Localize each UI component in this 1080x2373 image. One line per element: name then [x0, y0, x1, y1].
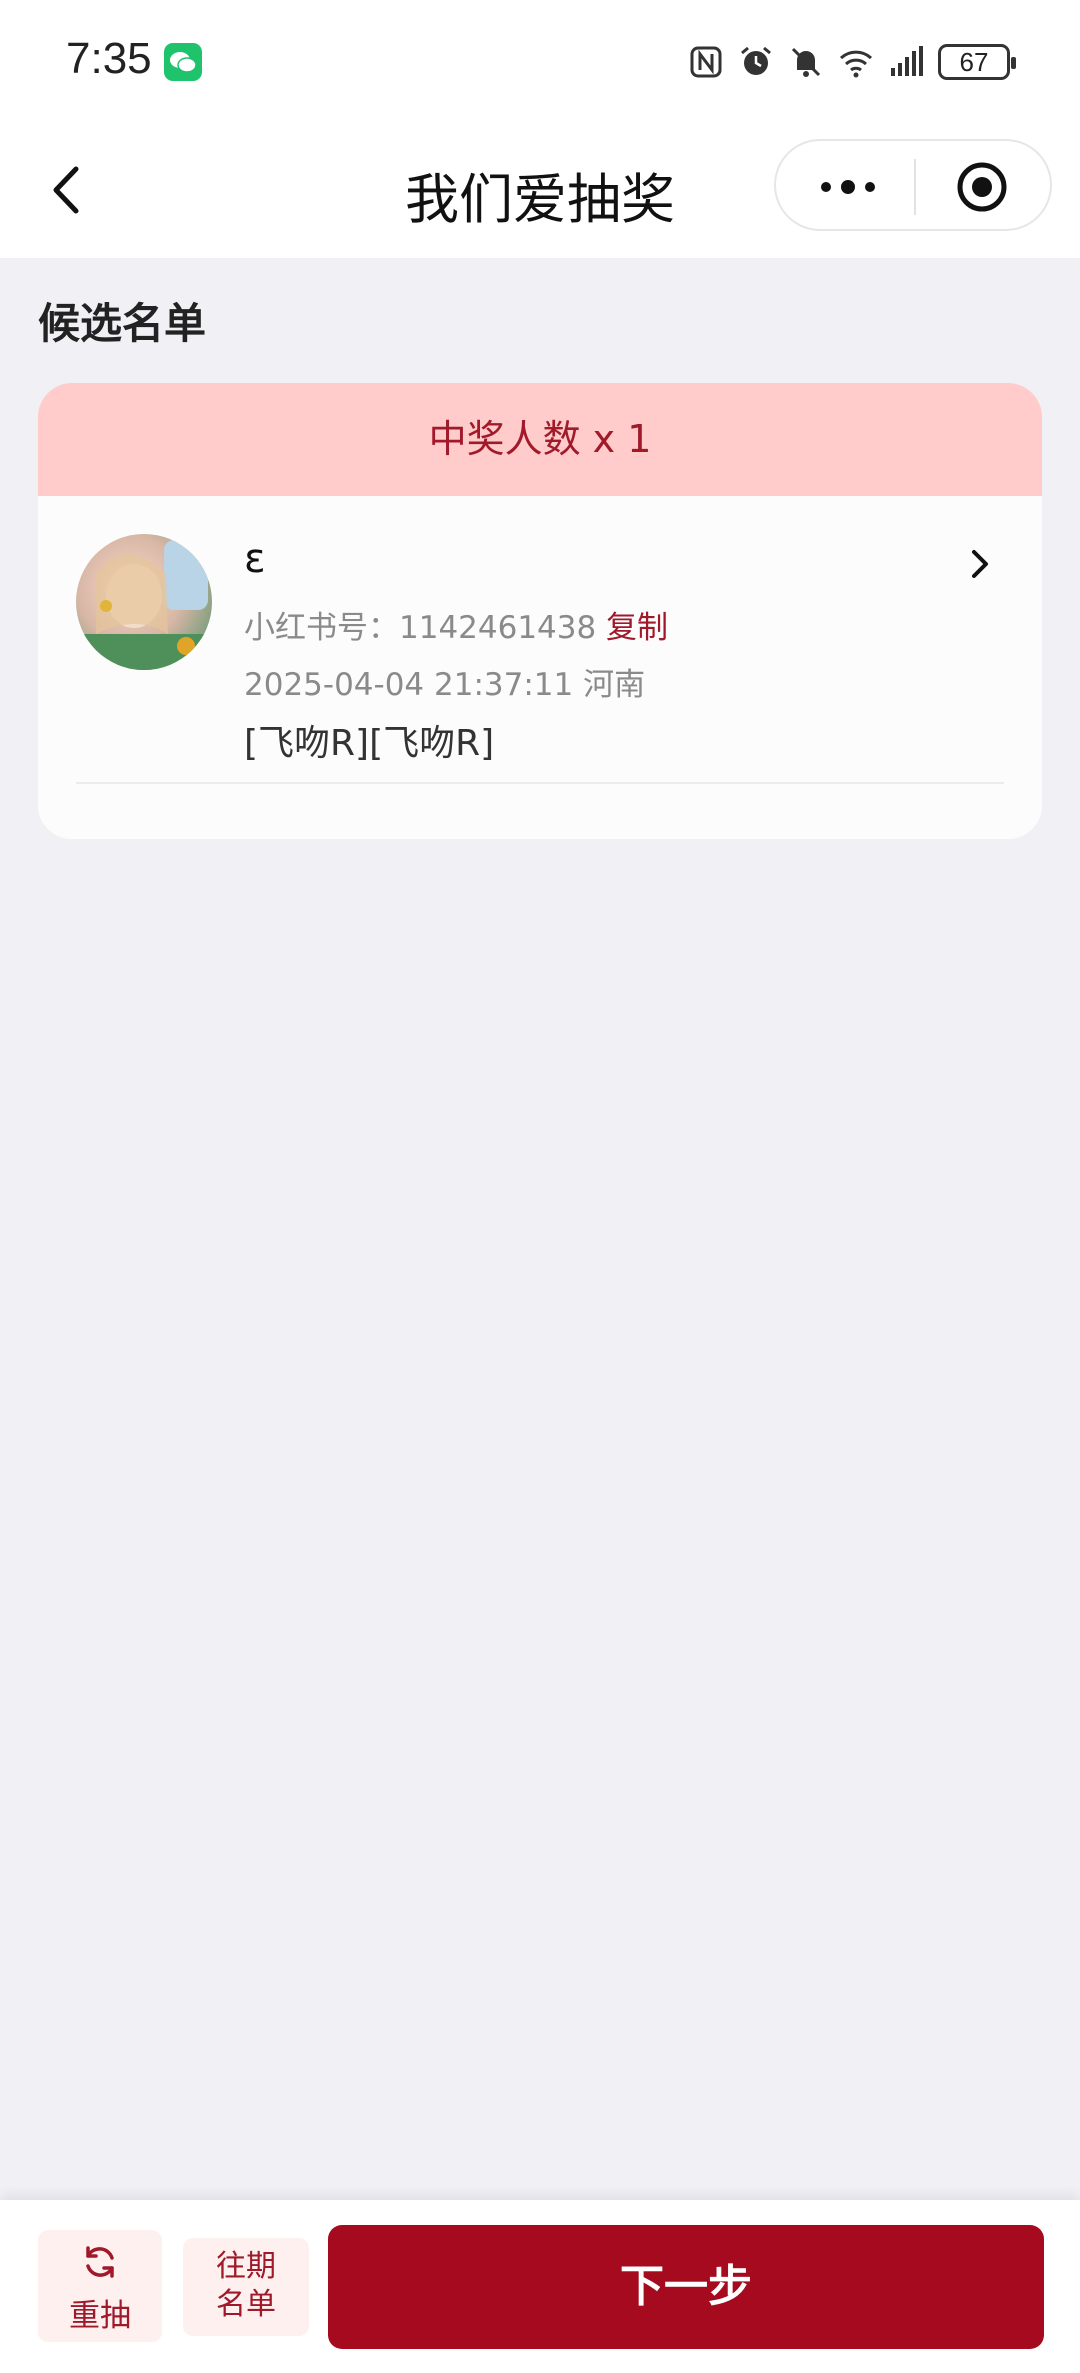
entry-name: ε	[244, 536, 266, 582]
nav-bar: 我们爱抽奖	[0, 125, 1080, 258]
nfc-icon	[690, 46, 722, 78]
candidate-card: 中奖人数 x 1 ε 小红书号：1142461438 复制 2025-04-04…	[38, 383, 1042, 839]
capsule-divider	[914, 159, 916, 215]
entry-comment: [飞吻R][飞吻R]	[244, 723, 495, 764]
entry-time-location: 2025-04-04 21:37:11 河南	[244, 667, 646, 703]
winner-count-header: 中奖人数 x 1	[38, 383, 1042, 496]
wifi-icon	[839, 50, 873, 78]
wechat-icon	[164, 43, 202, 81]
status-time: 7:35	[66, 34, 152, 83]
refresh-icon	[86, 2246, 114, 2278]
bottom-action-bar: 重抽 往期 名单 下一步	[0, 2200, 1080, 2373]
redraw-label: 重抽	[69, 2298, 131, 2334]
history-label-line1: 往期	[216, 2249, 276, 2284]
chevron-right-icon[interactable]	[964, 544, 994, 584]
copy-button[interactable]: 复制	[606, 602, 668, 647]
redraw-button[interactable]: 重抽	[38, 2230, 162, 2342]
mute-icon	[791, 47, 821, 77]
alarm-icon	[741, 46, 771, 75]
section-title: 候选名单	[38, 299, 207, 348]
mini-program-capsule	[774, 139, 1052, 231]
divider	[76, 782, 1004, 784]
target-icon[interactable]	[956, 161, 1008, 213]
more-dots-icon[interactable]	[816, 167, 880, 207]
status-bar: 7:35 67	[0, 0, 1080, 125]
signal-icon	[891, 46, 923, 76]
avatar	[76, 534, 212, 670]
status-icons: 67	[688, 40, 1016, 84]
next-step-button[interactable]: 下一步	[328, 2225, 1044, 2349]
history-list-button[interactable]: 往期 名单	[183, 2238, 309, 2336]
list-item[interactable]: ε 小红书号：1142461438 复制 2025-04-04 21:37:11…	[38, 496, 1042, 839]
history-label-line2: 名单	[216, 2287, 276, 2322]
battery-icon: 67	[938, 44, 1016, 80]
chevron-left-icon[interactable]	[42, 155, 92, 225]
entry-id: 小红书号：1142461438	[244, 610, 597, 646]
